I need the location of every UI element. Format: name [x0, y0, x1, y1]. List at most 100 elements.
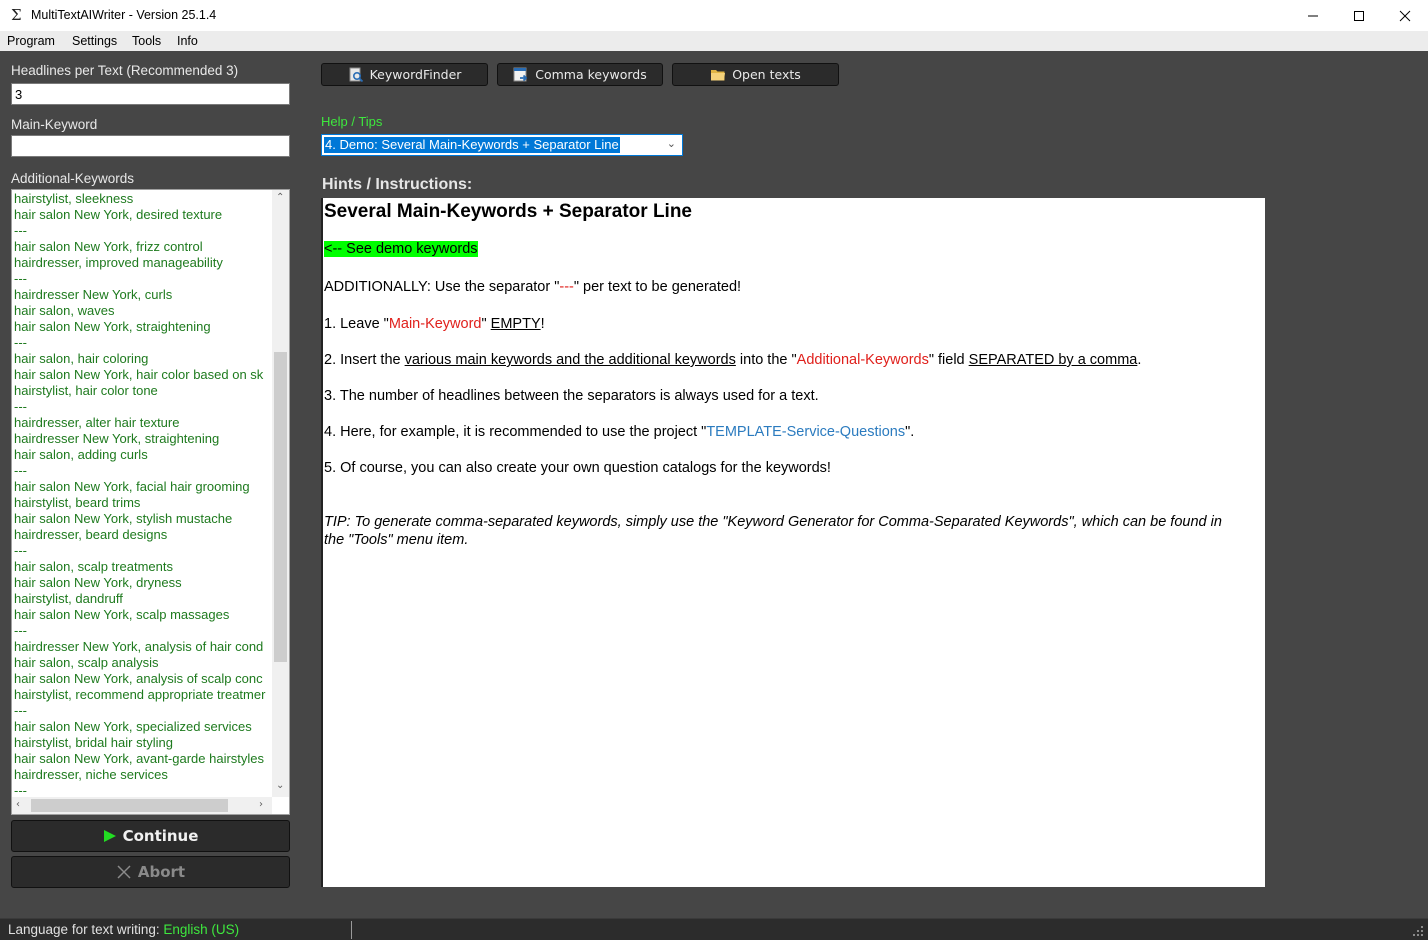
keyword-line: hairstylist, dandruff: [14, 591, 123, 606]
keyword-line: hair salon, adding curls: [14, 447, 148, 462]
keyword-separator: ---: [14, 271, 27, 286]
menu-bar: Program Settings Tools Info: [0, 31, 1428, 51]
headlines-label: Headlines per Text (Recommended 3): [11, 63, 239, 78]
keyword-line: hairstylist, hair color tone: [14, 383, 158, 398]
search-document-icon: [349, 67, 363, 82]
comma-keywords-button[interactable]: Comma keywords: [497, 63, 663, 86]
keyword-line: hairdresser New York, analysis of hair c…: [14, 639, 264, 654]
resize-grip-icon[interactable]: [1412, 925, 1424, 937]
keyword-separator: ---: [14, 335, 27, 350]
menu-settings[interactable]: Settings: [72, 34, 117, 48]
keyword-line: hair salon New York, hair color based on…: [14, 367, 264, 382]
chevron-down-icon[interactable]: ⌄: [667, 137, 676, 150]
keyword-line: hair salon, scalp treatments: [14, 559, 173, 574]
keyword-line: hairdresser, improved manageability: [14, 255, 223, 270]
horizontal-scroll-thumb[interactable]: [31, 799, 228, 812]
keyword-line: hair salon New York, desired texture: [14, 207, 223, 222]
keywordfinder-label: KeywordFinder: [369, 67, 462, 82]
status-language-value: English (US): [163, 922, 240, 937]
keyword-line: hair salon, hair coloring: [14, 351, 149, 366]
keyword-line: hairdresser, alter hair texture: [14, 415, 180, 430]
keyword-line: hair salon New York, avant-garde hairsty…: [14, 751, 265, 766]
scroll-up-icon[interactable]: ⌃: [276, 192, 284, 203]
play-icon: [103, 830, 116, 842]
hint-step-3: 3. The number of headlines between the s…: [324, 388, 819, 404]
hint-tip-line-2: the "Tools" menu item.: [324, 532, 469, 548]
folder-icon: [711, 69, 726, 80]
keyword-list: hairstylist, sleekness hair salon New Yor…: [14, 191, 271, 795]
x-icon: [117, 865, 131, 879]
keyword-line: hair salon New York, analysis of scalp c…: [14, 671, 263, 686]
abort-label: Abort: [137, 863, 186, 881]
keyword-line: hair salon, scalp analysis: [14, 655, 159, 670]
menu-info[interactable]: Info: [177, 34, 198, 48]
keyword-line: hair salon New York, straightening: [14, 319, 211, 334]
vertical-scrollbar[interactable]: ⌃ ⌄: [272, 190, 289, 797]
menu-program[interactable]: Program: [7, 34, 55, 48]
additional-keywords-label: Additional-Keywords: [11, 171, 135, 186]
help-tips-selected: 4. Demo: Several Main-Keywords + Separat…: [324, 137, 620, 153]
keyword-separator: ---: [14, 783, 27, 795]
keyword-line: hair salon New York, frizz control: [14, 239, 203, 254]
keyword-line: hair salon New York, dryness: [14, 575, 182, 590]
sigma-icon: Σ: [11, 6, 22, 24]
demo-keywords-link[interactable]: <-- See demo keywords: [324, 241, 478, 257]
scroll-left-icon[interactable]: ‹: [16, 799, 20, 810]
scroll-right-icon[interactable]: ›: [259, 799, 263, 810]
open-texts-label: Open texts: [732, 67, 801, 82]
keyword-line: hairstylist, beard trims: [14, 495, 141, 510]
keyword-separator: ---: [14, 223, 27, 238]
hint-tip-line-1: TIP: To generate comma-separated keyword…: [324, 514, 1222, 530]
hint-step-2: 2. Insert the various main keywords and …: [324, 352, 1142, 368]
open-texts-button[interactable]: Open texts: [672, 63, 839, 86]
keyword-line: hairdresser, beard designs: [14, 527, 168, 542]
keyword-line: hairstylist, bridal hair styling: [14, 735, 173, 750]
headlines-input[interactable]: [11, 83, 290, 105]
hints-heading: Hints / Instructions:: [322, 176, 473, 193]
maximize-icon: [1354, 10, 1364, 21]
abort-button[interactable]: Abort: [11, 856, 290, 888]
demo-keywords-text: <-- See demo keywords: [324, 241, 478, 257]
keyword-separator: ---: [14, 399, 27, 414]
hint-additionally: ADDITIONALLY: Use the separator "---" pe…: [324, 279, 742, 295]
menu-tools[interactable]: Tools: [132, 34, 161, 48]
window-title: MultiTextAIWriter - Version 25.1.4: [31, 8, 217, 22]
export-document-icon: [513, 67, 528, 81]
main-keyword-label: Main-Keyword: [11, 117, 98, 132]
horizontal-scrollbar[interactable]: ‹ ›: [12, 797, 272, 814]
status-language: Language for text writing: English (US): [8, 922, 239, 937]
template-link[interactable]: TEMPLATE-Service-Questions: [706, 424, 905, 440]
close-button[interactable]: [1382, 0, 1428, 31]
maximize-button[interactable]: [1336, 0, 1382, 31]
status-label: Language for text writing:: [8, 922, 164, 937]
vertical-scroll-thumb[interactable]: [274, 351, 287, 662]
minimize-button[interactable]: [1290, 0, 1336, 31]
keyword-separator: ---: [14, 543, 27, 558]
keyword-separator: ---: [14, 703, 27, 718]
help-tips-label: Help / Tips: [321, 114, 383, 129]
title-bar: Σ MultiTextAIWriter - Version 25.1.4: [0, 0, 1428, 31]
continue-button[interactable]: Continue: [11, 820, 290, 852]
keyword-line: hair salon New York, facial hair groomin…: [14, 479, 250, 494]
hints-title: Several Main-Keywords + Separator Line: [324, 201, 692, 222]
status-divider: [351, 921, 352, 939]
minimize-icon: [1308, 15, 1318, 16]
keyword-separator: ---: [14, 623, 27, 638]
comma-keywords-label: Comma keywords: [535, 67, 647, 82]
continue-label: Continue: [122, 827, 199, 845]
keywordfinder-button[interactable]: KeywordFinder: [321, 63, 488, 86]
status-bar: Language for text writing: English (US): [0, 918, 1428, 940]
help-tips-select[interactable]: 4. Demo: Several Main-Keywords + Separat…: [321, 134, 683, 156]
keyword-line: hairstylist, sleekness: [14, 191, 134, 206]
hint-step-1: 1. Leave "Main-Keyword" EMPTY!: [324, 316, 545, 332]
scroll-down-icon[interactable]: ⌄: [276, 780, 284, 791]
keyword-line: hairdresser New York, curls: [14, 287, 173, 302]
keyword-line: hairdresser New York, straightening: [14, 431, 220, 446]
additional-keywords-textarea[interactable]: hairstylist, sleekness hair salon New Yor…: [11, 189, 290, 815]
main-keyword-input[interactable]: [11, 135, 290, 157]
keyword-line: hair salon New York, specialized service…: [14, 719, 252, 734]
hint-step-5: 5. Of course, you can also create your o…: [324, 460, 831, 476]
close-icon: [1399, 10, 1411, 21]
keyword-line: hair salon New York, stylish mustache: [14, 511, 233, 526]
keyword-line: hairstylist, recommend appropriate treat…: [14, 687, 266, 702]
